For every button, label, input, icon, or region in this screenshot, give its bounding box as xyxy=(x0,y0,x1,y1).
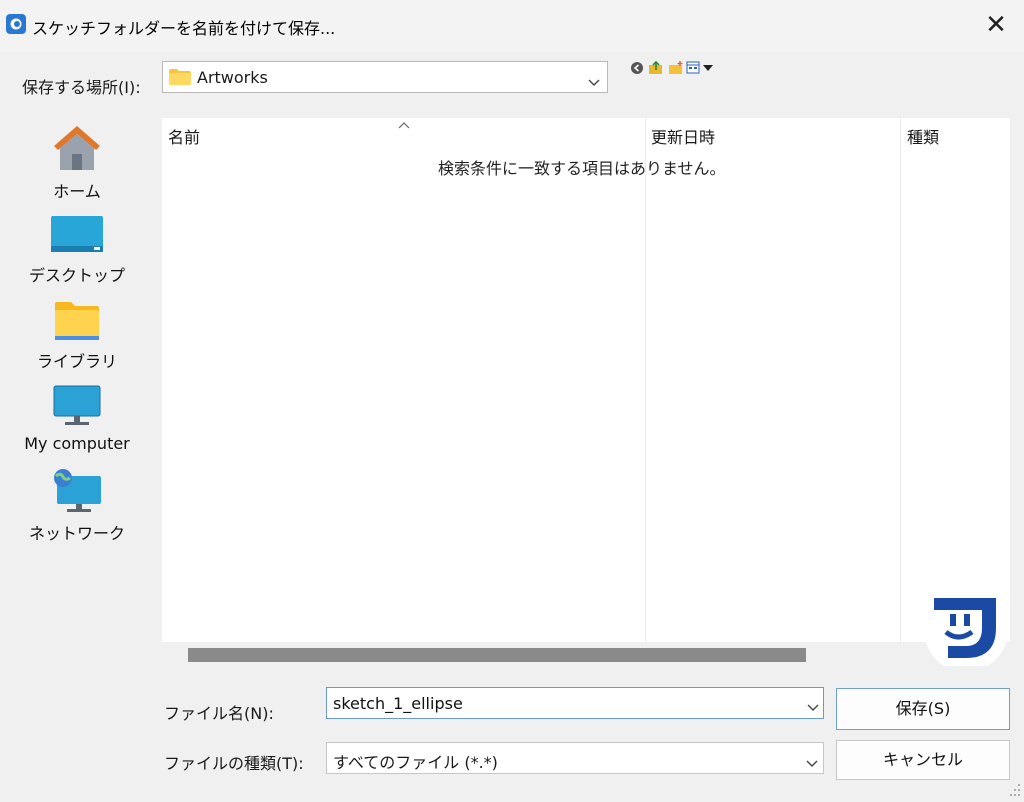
chevron-down-icon[interactable] xyxy=(806,698,820,711)
chevron-down-icon xyxy=(587,73,601,86)
resize-grip-icon[interactable] xyxy=(1008,782,1022,798)
places-sidebar: ホーム デスクトップ ライブラリ My computer ネットワーク xyxy=(0,118,154,800)
place-library[interactable]: ライブラリ xyxy=(0,300,154,372)
up-folder-icon[interactable] xyxy=(648,60,664,79)
place-my-computer[interactable]: My computer xyxy=(0,384,154,453)
horizontal-scrollbar[interactable] xyxy=(162,642,1010,668)
folder-icon xyxy=(169,69,191,85)
place-home-label: ホーム xyxy=(53,182,101,201)
column-header-modified[interactable]: 更新日時 xyxy=(651,124,715,148)
column-header-name[interactable]: 名前 xyxy=(168,124,200,148)
save-in-label: 保存する場所(I): xyxy=(22,78,141,97)
sort-ascending-icon xyxy=(398,118,410,132)
filetype-dropdown[interactable]: すべてのファイル (*.*) xyxy=(326,742,824,774)
cancel-button[interactable]: キャンセル xyxy=(836,740,1010,780)
filetype-label: ファイルの種類(T): xyxy=(164,754,304,773)
place-network-label: ネットワーク xyxy=(28,524,125,543)
column-divider xyxy=(645,118,646,642)
network-icon xyxy=(0,468,154,518)
filetype-value: すべてのファイル (*.*) xyxy=(333,753,498,772)
empty-list-message: 検索条件に一致する項目はありません。 xyxy=(438,159,726,178)
save-button[interactable]: 保存(S) xyxy=(836,688,1010,730)
save-in-value: Artworks xyxy=(197,68,268,87)
filename-input[interactable] xyxy=(326,687,824,719)
desktop-icon xyxy=(0,212,154,260)
title-bar: スケッチフォルダーを名前を付けて保存... ✕ xyxy=(0,0,1024,52)
column-header-type[interactable]: 種類 xyxy=(907,124,939,148)
column-divider xyxy=(900,118,901,642)
scrollbar-thumb[interactable] xyxy=(188,648,806,662)
filename-label: ファイル名(N): xyxy=(164,704,274,723)
place-desktop-label: デスクトップ xyxy=(28,266,125,285)
place-network[interactable]: ネットワーク xyxy=(0,468,154,544)
view-menu-icon[interactable] xyxy=(686,60,714,79)
back-icon[interactable] xyxy=(630,60,644,79)
close-button[interactable]: ✕ xyxy=(978,8,1014,44)
file-list[interactable]: 名前 更新日時 種類 検索条件に一致する項目はありません。 xyxy=(162,118,1010,642)
computer-icon xyxy=(0,384,154,432)
save-in-dropdown[interactable]: Artworks xyxy=(162,61,608,93)
app-logo xyxy=(922,588,1008,672)
place-library-label: ライブラリ xyxy=(36,352,117,371)
place-home[interactable]: ホーム xyxy=(0,122,154,202)
window-title: スケッチフォルダーを名前を付けて保存... xyxy=(32,19,336,38)
new-folder-icon[interactable] xyxy=(668,60,684,79)
place-my-computer-label: My computer xyxy=(24,434,130,453)
library-folder-icon xyxy=(0,300,154,346)
home-icon xyxy=(0,122,154,176)
place-desktop[interactable]: デスクトップ xyxy=(0,212,154,286)
app-icon xyxy=(6,14,26,34)
chevron-down-icon xyxy=(805,754,819,767)
